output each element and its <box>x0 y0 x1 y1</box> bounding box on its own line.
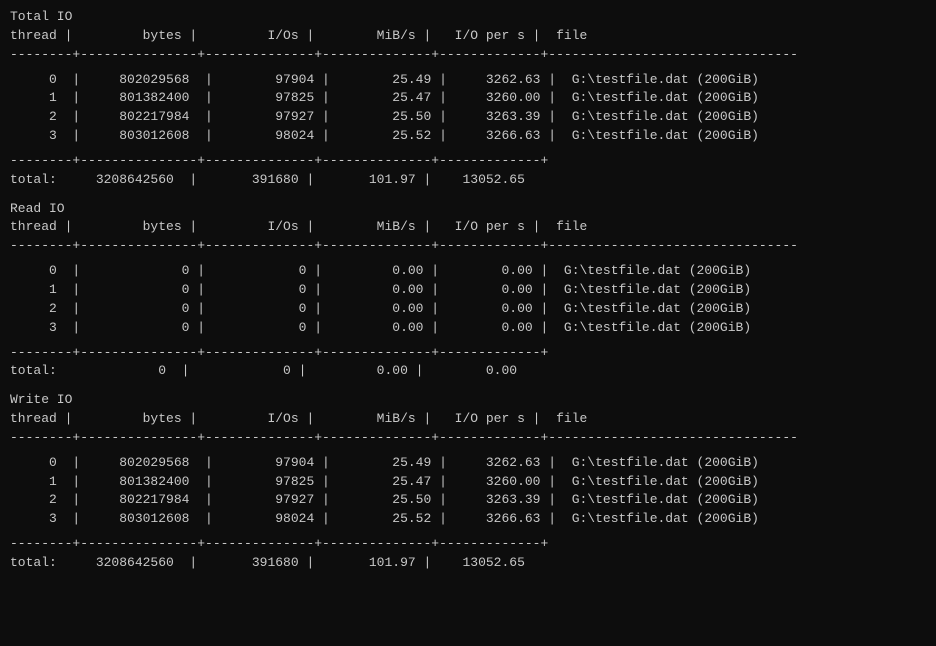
read-io-row-0: 0 | 0 | 0 | 0.00 | 0.00 | G:\testfile.da… <box>10 262 926 281</box>
read-io-column-header: thread | bytes | I/Os | MiB/s | I/O per … <box>10 218 926 237</box>
write-io-row-2: 2 | 802217984 | 97927 | 25.50 | 3263.39 … <box>10 491 926 510</box>
total-io-row-1: 1 | 801382400 | 97825 | 25.47 | 3260.00 … <box>10 89 926 108</box>
write-io-bottom-divider: --------+---------------+--------------+… <box>10 535 926 554</box>
section-read-io: Read IOthread | bytes | I/Os | MiB/s | I… <box>10 200 926 388</box>
write-io-total: total: 3208642560 | 391680 | 101.97 | 13… <box>10 554 926 573</box>
read-io-total: total: 0 | 0 | 0.00 | 0.00 <box>10 362 926 381</box>
write-io-title: Write IO <box>10 391 926 410</box>
section-total-io: Total IOthread | bytes | I/Os | MiB/s | … <box>10 8 926 196</box>
write-io-column-header: thread | bytes | I/Os | MiB/s | I/O per … <box>10 410 926 429</box>
write-io-row-3: 3 | 803012608 | 98024 | 25.52 | 3266.63 … <box>10 510 926 529</box>
total-io-column-header: thread | bytes | I/Os | MiB/s | I/O per … <box>10 27 926 46</box>
total-io-bottom-divider: --------+---------------+--------------+… <box>10 152 926 171</box>
total-io-title: Total IO <box>10 8 926 27</box>
read-io-top-divider: --------+---------------+--------------+… <box>10 237 926 256</box>
app-container: Total IOthread | bytes | I/Os | MiB/s | … <box>10 8 926 579</box>
write-io-row-0: 0 | 802029568 | 97904 | 25.49 | 3262.63 … <box>10 454 926 473</box>
read-io-bottom-divider: --------+---------------+--------------+… <box>10 344 926 363</box>
write-io-row-1: 1 | 801382400 | 97825 | 25.47 | 3260.00 … <box>10 473 926 492</box>
read-io-row-1: 1 | 0 | 0 | 0.00 | 0.00 | G:\testfile.da… <box>10 281 926 300</box>
total-io-total: total: 3208642560 | 391680 | 101.97 | 13… <box>10 171 926 190</box>
read-io-row-2: 2 | 0 | 0 | 0.00 | 0.00 | G:\testfile.da… <box>10 300 926 319</box>
read-io-title: Read IO <box>10 200 926 219</box>
total-io-row-3: 3 | 803012608 | 98024 | 25.52 | 3266.63 … <box>10 127 926 146</box>
total-io-row-2: 2 | 802217984 | 97927 | 25.50 | 3263.39 … <box>10 108 926 127</box>
section-write-io: Write IOthread | bytes | I/Os | MiB/s | … <box>10 391 926 579</box>
total-io-row-0: 0 | 802029568 | 97904 | 25.49 | 3262.63 … <box>10 71 926 90</box>
write-io-top-divider: --------+---------------+--------------+… <box>10 429 926 448</box>
total-io-top-divider: --------+---------------+--------------+… <box>10 46 926 65</box>
read-io-row-3: 3 | 0 | 0 | 0.00 | 0.00 | G:\testfile.da… <box>10 319 926 338</box>
